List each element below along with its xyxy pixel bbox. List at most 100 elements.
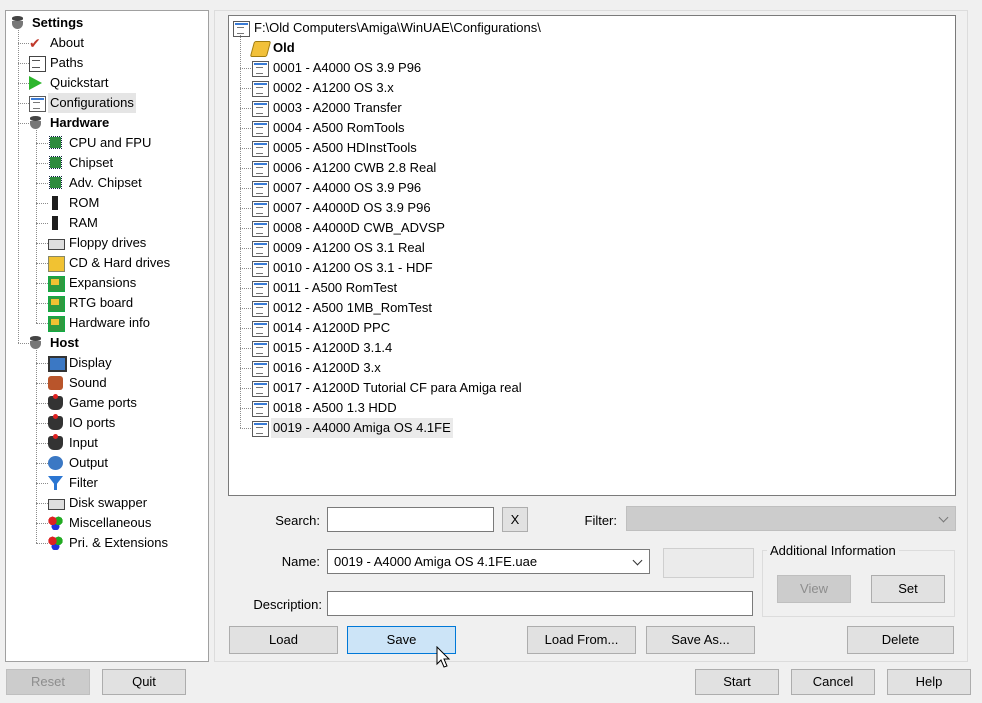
tree-connector — [36, 303, 48, 304]
expansion-card-icon — [48, 296, 65, 312]
config-item-label: 0006 - A1200 CWB 2.8 Real — [273, 160, 437, 175]
io-icon — [48, 414, 63, 430]
chip-icon — [49, 176, 62, 189]
chip-icon — [49, 136, 62, 149]
config-item-label: 0001 - A4000 OS 3.9 P96 — [273, 60, 422, 75]
quit-button[interactable]: Quit — [102, 669, 186, 695]
tree-item-label: Adv. Chipset — [69, 175, 142, 190]
config-item-label: 0015 - A1200D 3.1.4 — [273, 340, 393, 355]
filter-label: Filter: — [584, 513, 618, 528]
config-file-icon — [252, 361, 269, 377]
tree-connector — [36, 383, 48, 384]
delete-button[interactable]: Delete — [847, 626, 954, 654]
cd-icon — [48, 256, 65, 272]
tree-connector — [240, 128, 251, 129]
tree-connector — [36, 263, 48, 264]
cancel-button[interactable]: Cancel — [791, 669, 875, 695]
tree-item-label: About — [50, 35, 84, 50]
tree-connector — [240, 188, 251, 189]
search-label: Search: — [275, 513, 320, 528]
tree-connector — [18, 83, 29, 84]
tree-item-label: ROM — [69, 195, 100, 210]
tree-connector — [18, 43, 29, 44]
checkmark-icon: ✔ — [29, 35, 41, 51]
disk-icon — [29, 336, 44, 350]
tree-item-label: Display — [69, 355, 112, 370]
tree-connector — [240, 348, 251, 349]
config-file-icon — [252, 221, 269, 237]
memory-icon — [52, 196, 58, 210]
tree-connector — [36, 463, 48, 464]
filter-select[interactable] — [626, 506, 956, 531]
tree-item-label: RAM — [69, 215, 98, 230]
load-from-button[interactable]: Load From... — [527, 626, 636, 654]
tree-connector — [36, 350, 37, 543]
tree-connector — [18, 343, 29, 344]
config-item-label: 0003 - A2000 Transfer — [273, 100, 402, 115]
expansion-card-icon — [48, 276, 65, 292]
tree-item-label: Host — [50, 335, 79, 350]
output-icon — [48, 456, 63, 470]
tree-connector — [240, 268, 251, 269]
tree-connector — [36, 283, 48, 284]
config-item-label: 0004 - A500 RomTools — [273, 120, 405, 135]
config-file-icon — [252, 61, 269, 77]
chevron-down-icon — [632, 555, 643, 566]
tree-item-label: Output — [69, 455, 109, 470]
config-file-icon — [252, 321, 269, 337]
config-file-icon — [252, 181, 269, 197]
config-item-label: 0005 - A500 HDInstTools — [273, 140, 417, 155]
load-button[interactable]: Load — [229, 626, 338, 654]
config-file-icon — [252, 201, 269, 217]
config-item-label: 0011 - A500 RomTest — [273, 280, 398, 295]
help-button[interactable]: Help — [887, 669, 971, 695]
tree-item-label: Expansions — [69, 275, 137, 290]
config-item-label: 0010 - A1200 OS 3.1 - HDF — [273, 260, 433, 275]
tree-item-label: Miscellaneous — [69, 515, 152, 530]
config-item-label: 0009 - A1200 OS 3.1 Real — [273, 240, 425, 255]
config-item-label: 0014 - A1200D PPC — [273, 320, 391, 335]
config-file-icon — [252, 401, 269, 417]
start-button[interactable]: Start — [695, 669, 779, 695]
search-input[interactable] — [327, 507, 494, 532]
name-combobox[interactable]: 0019 - A4000 Amiga OS 4.1FE.uae — [327, 549, 650, 574]
tree-item-label: Filter — [69, 475, 98, 490]
misc-icon — [48, 536, 63, 550]
save-as-button[interactable]: Save As... — [646, 626, 755, 654]
expansion-card-icon — [48, 316, 65, 332]
config-item-label: Old — [273, 40, 295, 55]
configuration-list[interactable]: F:\Old Computers\Amiga\WinUAE\Configurat… — [228, 15, 956, 496]
tree-connector — [36, 403, 48, 404]
reset-button[interactable]: Reset — [6, 669, 90, 695]
tree-connector — [36, 183, 48, 184]
joystick-icon — [48, 394, 63, 410]
tree-connector — [240, 328, 251, 329]
tree-item-label: Pri. & Extensions — [69, 535, 168, 550]
speaker-icon — [48, 376, 63, 390]
folder-icon — [249, 41, 272, 57]
description-input[interactable] — [327, 591, 753, 616]
name-label: Name: — [281, 554, 320, 569]
tree-connector — [36, 503, 48, 504]
settings-tree[interactable]: Settings ✔ About Paths Quickstart Configurati… — [5, 10, 209, 662]
clear-search-button[interactable]: X — [502, 507, 528, 532]
tree-connector — [36, 203, 48, 204]
set-button[interactable]: Set — [871, 575, 945, 603]
tree-item-label: Paths — [50, 55, 84, 70]
config-file-icon — [252, 101, 269, 117]
tree-item-label: Quickstart — [50, 75, 109, 90]
tree-connector — [240, 68, 251, 69]
name-value: 0019 - A4000 Amiga OS 4.1FE.uae — [334, 554, 538, 569]
config-file-icon — [252, 81, 269, 97]
config-file-icon — [252, 301, 269, 317]
view-button[interactable]: View — [777, 575, 851, 603]
tree-connector — [36, 143, 48, 144]
tree-connector — [240, 108, 251, 109]
config-file-icon — [252, 421, 269, 437]
tree-connector — [36, 423, 48, 424]
config-item-label: 0017 - A1200D Tutorial CF para Amiga rea… — [273, 380, 522, 395]
tree-connector — [240, 148, 251, 149]
tree-connector — [18, 63, 29, 64]
tree-item-label: Configurations — [48, 93, 136, 113]
tree-connector — [36, 130, 37, 323]
